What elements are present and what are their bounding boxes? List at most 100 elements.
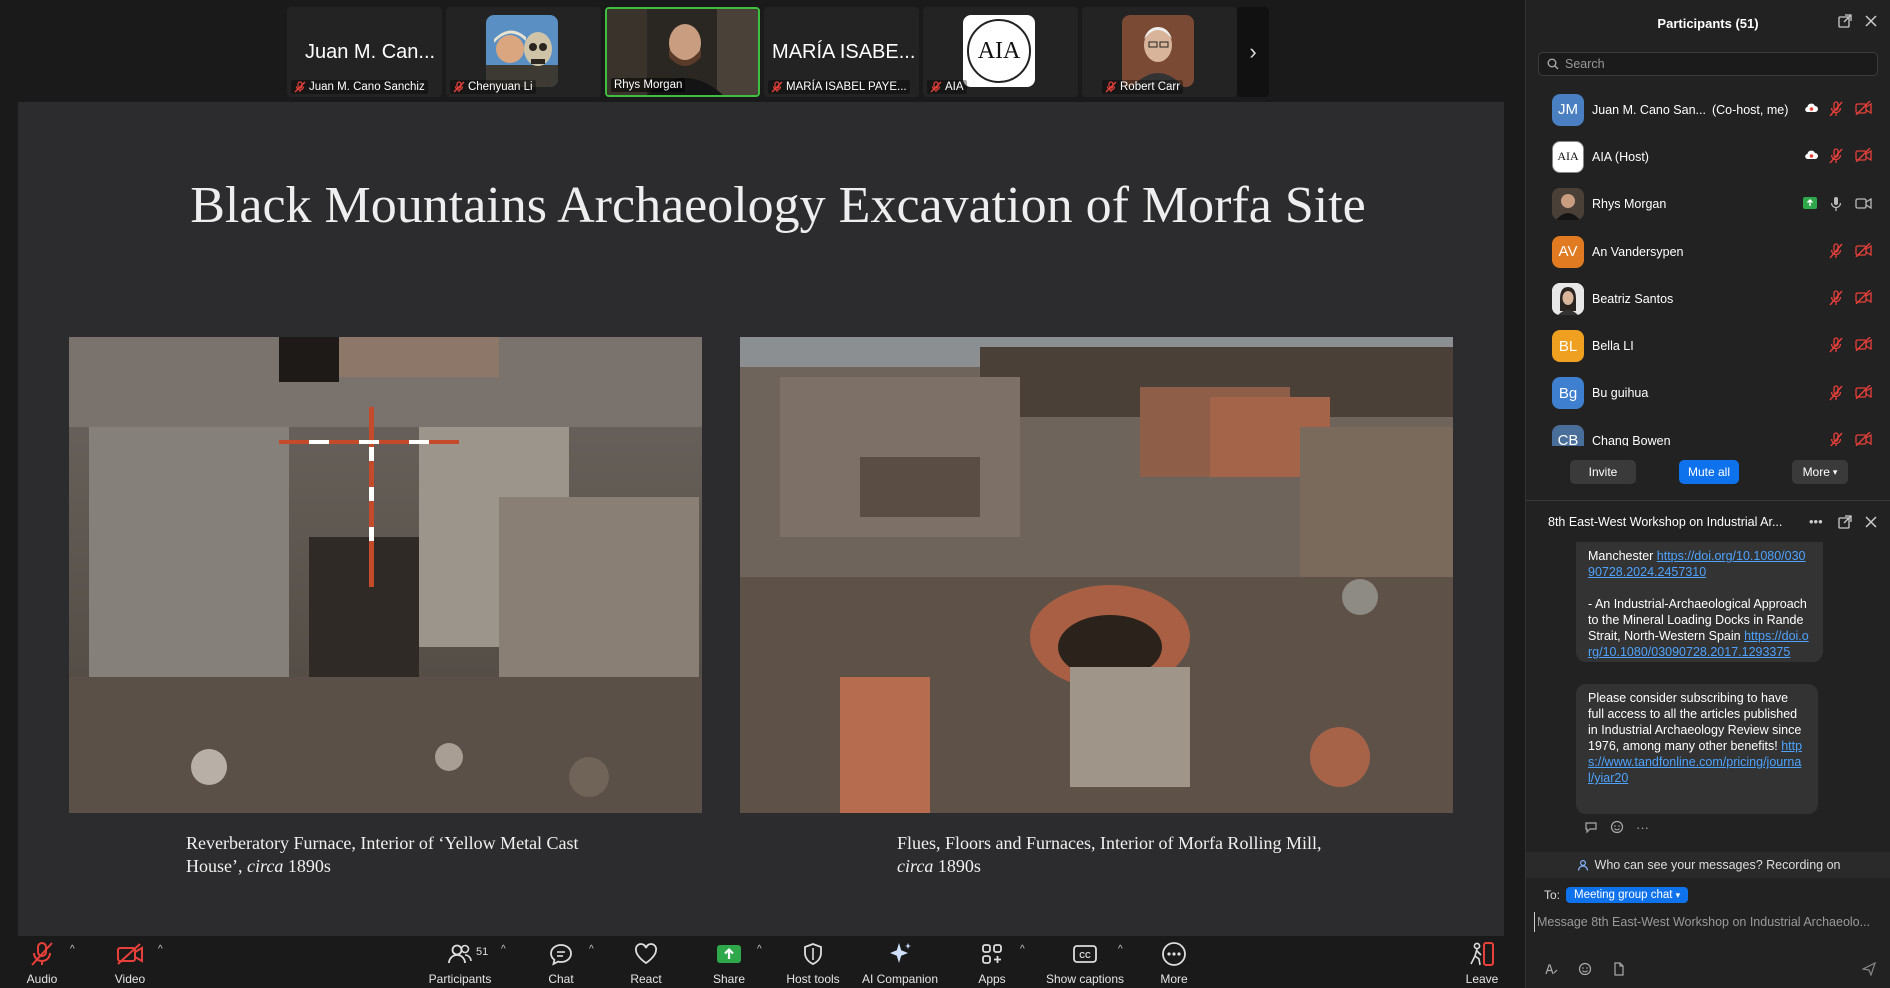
heart-icon	[631, 940, 661, 968]
svg-text:CC: CC	[1079, 951, 1091, 960]
video-tile-rhys[interactable]: Rhys Morgan	[604, 7, 761, 97]
tile-label: Robert Carr	[1102, 80, 1184, 94]
participant-row[interactable]: JM Juan M. Cano San... (Co-host, me)	[1526, 86, 1890, 133]
mute-all-button[interactable]: Mute all	[1679, 460, 1739, 484]
react-label: React	[630, 972, 662, 986]
show-captions-label: Show captions	[1045, 972, 1125, 986]
participants-button[interactable]: Participants	[415, 940, 505, 986]
participant-row[interactable]: Beatriz Santos	[1526, 275, 1890, 322]
mic-muted-icon[interactable]	[1829, 243, 1843, 259]
chat-label: Chat	[548, 972, 574, 986]
emoji-icon[interactable]	[1578, 962, 1592, 976]
video-off-icon[interactable]	[1855, 148, 1872, 163]
video-label: Video	[114, 972, 146, 986]
reply-icon[interactable]	[1584, 820, 1598, 834]
tile-label-text: Robert Carr	[1120, 81, 1181, 93]
mic-muted-icon[interactable]	[1829, 290, 1843, 306]
composer-toolbar	[1544, 962, 1626, 976]
captions-icon: CC	[1070, 940, 1100, 968]
close-icon[interactable]	[1864, 515, 1878, 529]
filmstrip-next-button[interactable]: ›	[1237, 7, 1269, 97]
meeting-toolbar: Audio ^ Video ^ Participants 51 ^ Chat ^…	[0, 936, 1525, 988]
host-tools-button[interactable]: Host tools	[768, 940, 858, 986]
visibility-text: Who can see your messages? Recording on	[1594, 858, 1841, 872]
chat-options-caret[interactable]: ^	[589, 944, 594, 955]
panel-divider	[1526, 500, 1890, 501]
mic-muted-icon[interactable]	[1829, 101, 1843, 117]
more-options-icon[interactable]: ···	[1636, 820, 1649, 835]
video-filmstrip: Juan M. Can... Juan M. Cano Sanchiz Chen…	[287, 7, 1237, 97]
popout-icon[interactable]	[1838, 515, 1852, 529]
avatar-image-icon	[1552, 282, 1584, 315]
chat-options-icon[interactable]: •••	[1809, 514, 1823, 529]
close-icon[interactable]	[1864, 14, 1878, 28]
format-text-icon[interactable]	[1544, 962, 1558, 976]
chat-visibility-notice[interactable]: Who can see your messages? Recording on	[1526, 852, 1890, 878]
participants-more-button[interactable]: More ▾	[1792, 460, 1848, 484]
participant-row[interactable]: AIA AIA (Host)	[1526, 133, 1890, 180]
popout-icon[interactable]	[1838, 14, 1852, 28]
video-icon[interactable]	[1855, 196, 1872, 210]
participants-icon	[445, 940, 475, 968]
caption-left-text-a: Reverberatory Furnace, Interior of ‘Yell…	[186, 833, 579, 876]
participant-row[interactable]: AV An Vandersypen	[1526, 228, 1890, 275]
mic-muted-icon[interactable]	[1829, 337, 1843, 353]
search-icon	[1547, 58, 1559, 70]
participants-header: Participants (51)	[1526, 0, 1890, 46]
caption-right-circa: circa	[897, 856, 934, 876]
video-tile-aia[interactable]: AIA AIA	[923, 7, 1078, 97]
react-button[interactable]: React	[601, 940, 691, 986]
more-button[interactable]: More	[1129, 940, 1219, 986]
tile-big-name: Juan M. Can...	[305, 41, 436, 63]
meeting-main-area: Juan M. Can... Juan M. Cano Sanchiz Chen…	[0, 0, 1525, 988]
participant-row[interactable]: BL Bella LI	[1526, 322, 1890, 369]
video-off-icon[interactable]	[1855, 337, 1872, 352]
video-tile-chenyuan[interactable]: Chenyuan Li	[445, 7, 601, 97]
participant-row[interactable]: CB Chang Bowen	[1526, 417, 1890, 446]
share-label: Share	[712, 972, 746, 986]
share-options-caret[interactable]: ^	[757, 944, 762, 955]
participants-options-caret[interactable]: ^	[501, 944, 506, 955]
chat-message-input[interactable]	[1534, 912, 1884, 932]
mic-icon[interactable]	[1829, 196, 1843, 212]
tile-label: AIA	[927, 80, 967, 94]
mic-muted-icon[interactable]	[1829, 148, 1843, 164]
participants-list: JM Juan M. Cano San... (Co-host, me) AIA…	[1526, 86, 1890, 446]
video-tile-robert[interactable]: Robert Carr	[1082, 7, 1237, 97]
file-attach-icon[interactable]	[1612, 962, 1626, 976]
video-tile-juan[interactable]: Juan M. Can... Juan M. Cano Sanchiz	[287, 7, 442, 97]
video-tile-maria[interactable]: MARÍA ISABE... MARÍA ISABEL PAYE...	[764, 7, 920, 97]
captions-options-caret[interactable]: ^	[1118, 944, 1123, 955]
caption-right-text-a: Flues, Floors and Furnaces, Interior of …	[897, 833, 1322, 853]
participant-row[interactable]: Bg Bu guihua	[1526, 370, 1890, 417]
excavation-photo-furnace	[69, 337, 702, 813]
video-off-icon[interactable]	[1855, 290, 1872, 305]
apps-options-caret[interactable]: ^	[1020, 944, 1025, 955]
audio-options-caret[interactable]: ^	[70, 944, 75, 955]
mic-muted-icon	[771, 81, 783, 93]
ai-companion-button[interactable]: AI Companion	[855, 940, 945, 986]
audio-label: Audio	[26, 972, 58, 986]
chevron-down-icon: ▾	[1675, 890, 1681, 900]
video-off-icon[interactable]	[1855, 432, 1872, 446]
show-captions-button[interactable]: CC Show captions	[1040, 940, 1130, 986]
participants-search[interactable]: Search	[1538, 52, 1878, 76]
mic-muted-icon	[930, 81, 942, 93]
mic-muted-icon[interactable]	[1829, 432, 1843, 446]
invite-button[interactable]: Invite	[1570, 460, 1636, 484]
emoji-icon[interactable]	[1610, 820, 1624, 834]
caption-left-circa: circa	[247, 856, 284, 876]
participants-count: 51	[476, 946, 489, 958]
slide-title: Black Mountains Archaeology Excavation o…	[190, 177, 1366, 234]
participant-row[interactable]: Rhys Morgan	[1526, 181, 1890, 228]
video-off-icon[interactable]	[1855, 384, 1872, 399]
recipient-select[interactable]: Meeting group chat ▾	[1566, 887, 1689, 903]
message-text: Please consider subscribing to have full…	[1588, 691, 1802, 753]
video-off-icon[interactable]	[1855, 242, 1872, 257]
message-text: Manchester	[1588, 549, 1657, 563]
send-icon[interactable]	[1862, 962, 1876, 976]
video-off-icon[interactable]	[1855, 101, 1872, 115]
video-options-caret[interactable]: ^	[158, 944, 163, 955]
mic-muted-icon[interactable]	[1829, 385, 1843, 401]
leave-button[interactable]: Leave	[1437, 940, 1527, 986]
